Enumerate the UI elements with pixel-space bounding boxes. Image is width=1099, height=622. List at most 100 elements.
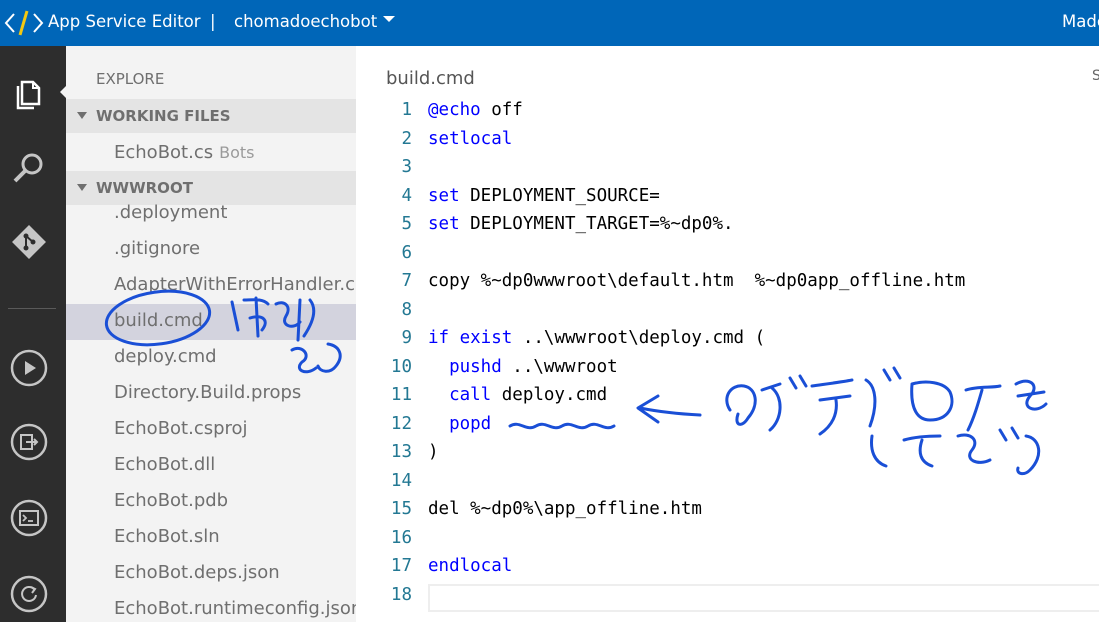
console-button[interactable] bbox=[0, 486, 66, 546]
editor-save-status: S bbox=[1092, 68, 1099, 84]
activity-bar bbox=[0, 46, 67, 622]
line-number: 16 bbox=[390, 527, 412, 548]
file-name: deploy.cmd bbox=[114, 346, 217, 367]
code-rest: off bbox=[480, 100, 523, 120]
code-line[interactable]: 2 setlocal bbox=[356, 129, 1099, 158]
line-number: 3 bbox=[401, 157, 412, 177]
file-item[interactable]: build.cmd bbox=[66, 304, 356, 340]
file-item[interactable]: deploy.cmd bbox=[66, 340, 356, 376]
code-line[interactable]: 6 bbox=[356, 243, 1099, 272]
file-item[interactable]: EchoBot.pdb bbox=[66, 484, 356, 520]
code-text: del %~dp0%\app_offline.htm bbox=[428, 499, 702, 519]
code-line[interactable]: 10 pushd ..\wwwroot bbox=[356, 357, 1099, 386]
file-item[interactable]: .gitignore bbox=[66, 232, 356, 268]
output-icon bbox=[10, 423, 48, 461]
file-name: AdapterWithErrorHandler.cs bbox=[114, 274, 356, 295]
code-line[interactable]: 18 bbox=[356, 585, 1099, 614]
git-icon bbox=[12, 225, 46, 259]
explorer-icon bbox=[16, 80, 41, 110]
code-line[interactable]: 11 call deploy.cmd bbox=[356, 385, 1099, 414]
file-item[interactable]: .deployment bbox=[66, 196, 356, 232]
explorer-title: EXPLORE bbox=[96, 70, 165, 88]
site-selector[interactable]: chomadoechobot bbox=[234, 12, 377, 31]
code-keyword: set bbox=[428, 185, 460, 206]
file-name: EchoBot.runtimeconfig.json bbox=[114, 598, 356, 619]
file-item[interactable]: EchoBot.runtimeconfig.json bbox=[66, 592, 356, 622]
file-name: .deployment bbox=[114, 202, 228, 223]
code-rest: del %~dp0%\app_offline.htm bbox=[428, 499, 702, 519]
editor-pane[interactable]: build.cmd S 1 @echo off 2 setlocal 3 4 set DEP… bbox=[356, 46, 1099, 622]
code-line[interactable]: 14 bbox=[356, 471, 1099, 500]
file-item[interactable]: AdapterWithErrorHandler.cs bbox=[66, 268, 356, 304]
line-number: 15 bbox=[390, 499, 412, 519]
code-rest: deploy.cmd bbox=[491, 385, 608, 405]
file-name: EchoBot.pdb bbox=[114, 490, 229, 511]
publish-icon bbox=[10, 575, 48, 613]
code-rest: copy %~dp0wwwroot\default.htm %~dp0app_o… bbox=[428, 271, 966, 291]
code-line[interactable]: 1 @echo off bbox=[356, 100, 1099, 129]
code-rest: ..\wwwroot\deploy.cmd ( bbox=[512, 328, 766, 348]
code-line[interactable]: 16 bbox=[356, 528, 1099, 557]
code-text: call deploy.cmd bbox=[428, 385, 607, 405]
line-number: 12 bbox=[390, 413, 412, 434]
line-number: 9 bbox=[401, 328, 412, 348]
code-rest: DEPLOYMENT_TARGET=%~dp0%. bbox=[459, 214, 734, 234]
code-line[interactable]: 4 set DEPLOYMENT_SOURCE= bbox=[356, 186, 1099, 215]
run-icon bbox=[10, 349, 48, 387]
title-separator: | bbox=[210, 12, 216, 31]
line-number: 1 bbox=[401, 100, 412, 120]
code-line[interactable]: 9 if exist ..\wwwroot\deploy.cmd ( bbox=[356, 328, 1099, 357]
line-number: 17 bbox=[390, 556, 412, 576]
git-button[interactable] bbox=[0, 210, 66, 270]
code-line[interactable]: 3 bbox=[356, 157, 1099, 186]
file-item[interactable]: Directory.Build.props bbox=[66, 376, 356, 412]
file-item[interactable]: EchoBot.sln bbox=[66, 520, 356, 556]
code-text: set DEPLOYMENT_SOURCE= bbox=[428, 186, 660, 206]
output-button[interactable] bbox=[0, 410, 66, 470]
line-number: 2 bbox=[401, 128, 412, 149]
app-service-editor-logo-icon bbox=[4, 10, 44, 36]
code-keyword: if exist bbox=[428, 328, 513, 348]
code-line[interactable]: 13) bbox=[356, 442, 1099, 471]
publish-button[interactable] bbox=[0, 562, 66, 622]
chevron-down-icon[interactable] bbox=[383, 16, 395, 22]
file-name: EchoBot.deps.json bbox=[114, 562, 280, 583]
code-rest: ..\wwwroot bbox=[501, 356, 618, 377]
code-text: pushd ..\wwwroot bbox=[428, 357, 618, 377]
line-number: 14 bbox=[390, 470, 412, 491]
code-text: popd bbox=[428, 414, 491, 434]
code-keyword: call bbox=[428, 385, 492, 405]
file-item[interactable]: EchoBot.dll bbox=[66, 448, 356, 484]
file-name: EchoBot.dll bbox=[114, 454, 216, 475]
file-name: Directory.Build.props bbox=[114, 382, 302, 403]
code-text: setlocal bbox=[428, 129, 512, 149]
code-keyword: pushd bbox=[428, 356, 502, 377]
editor-file-title: build.cmd bbox=[386, 68, 475, 89]
collapse-triangle-icon bbox=[77, 112, 87, 119]
title-bar: App Service Editor | chomadoechobot Made bbox=[0, 0, 1099, 46]
code-line[interactable]: 8 bbox=[356, 300, 1099, 329]
code-line[interactable]: 15 del %~dp0%\app_offline.htm bbox=[356, 499, 1099, 528]
run-button[interactable] bbox=[0, 336, 66, 396]
code-line[interactable]: 17 endlocal bbox=[356, 556, 1099, 585]
line-number: 5 bbox=[401, 214, 412, 234]
code-keyword: @echo bbox=[428, 100, 481, 120]
working-files-header[interactable]: WORKING FILES bbox=[66, 99, 356, 133]
line-number: 7 bbox=[401, 271, 412, 291]
code-text: ) bbox=[428, 442, 439, 462]
line-number: 6 bbox=[401, 242, 412, 263]
explorer-button[interactable] bbox=[0, 62, 66, 122]
code-keyword: endlocal bbox=[428, 556, 513, 576]
user-menu[interactable]: Made bbox=[1062, 12, 1099, 31]
code-line[interactable]: 7 copy %~dp0wwwroot\default.htm %~dp0app_… bbox=[356, 271, 1099, 300]
search-button[interactable] bbox=[0, 136, 66, 196]
file-item[interactable]: EchoBot.deps.json bbox=[66, 556, 356, 592]
code-line[interactable]: 5 set DEPLOYMENT_TARGET=%~dp0%. bbox=[356, 214, 1099, 243]
code-text: endlocal bbox=[428, 556, 512, 576]
search-icon bbox=[13, 153, 43, 183]
console-icon bbox=[10, 499, 48, 537]
file-name: build.cmd bbox=[114, 310, 203, 331]
working-file-item[interactable]: EchoBot.cs Bots bbox=[66, 135, 356, 171]
code-line[interactable]: 12 popd bbox=[356, 414, 1099, 443]
file-item[interactable]: EchoBot.csproj bbox=[66, 412, 356, 448]
